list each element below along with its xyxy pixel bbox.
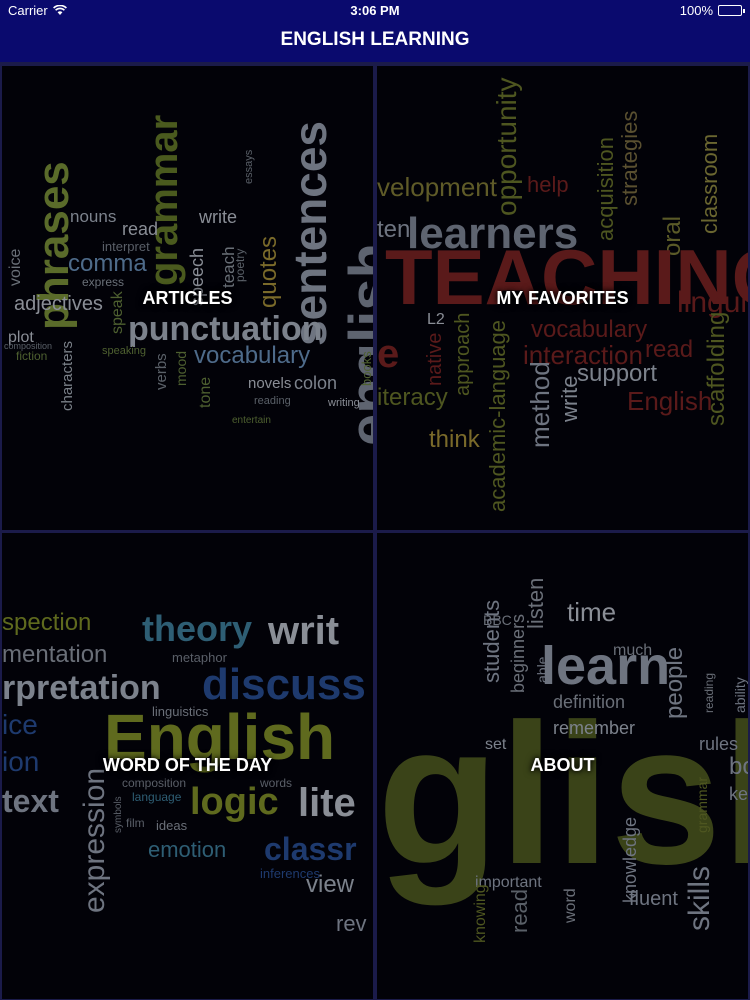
- cloud-word: view: [306, 871, 355, 898]
- cloud-word: english: [338, 242, 373, 446]
- cloud-word: characters: [59, 340, 76, 411]
- cloud-word: poetry: [233, 248, 247, 282]
- cloud-word: native: [424, 332, 446, 386]
- cloud-word: lite: [298, 781, 356, 825]
- cloud-word: logic: [190, 781, 279, 823]
- cloud-word: writing: [328, 397, 360, 409]
- articles-label: ARTICLES: [142, 288, 233, 308]
- cloud-word: think: [429, 426, 480, 453]
- cloud-word: comma: [68, 250, 147, 277]
- cloud-word: support: [577, 360, 658, 387]
- cloud-word: ice: [2, 709, 38, 740]
- about-label: ABOUT: [530, 755, 595, 775]
- cloud-word: ke: [729, 784, 748, 804]
- cloud-word: nouns: [70, 207, 117, 226]
- cloud-word: books: [359, 351, 373, 386]
- cloud-word: English: [627, 386, 713, 416]
- cloud-word: rev: [336, 911, 367, 936]
- cloud-word: e: [377, 332, 400, 376]
- status-time: 3:06 PM: [350, 3, 400, 18]
- cloud-word: verbs: [153, 353, 170, 390]
- cloud-word: word: [562, 888, 579, 923]
- cloud-word: language: [132, 790, 182, 804]
- cloud-word: strategies: [617, 110, 642, 206]
- cloud-word: knowing: [472, 884, 489, 943]
- my-favorites-tile[interactable]: velopment opportunity help acquisition strat…: [377, 66, 748, 530]
- cloud-word: vocabulary: [531, 316, 648, 343]
- cloud-word: punctuation: [128, 310, 323, 348]
- cloud-word: knowledge: [620, 816, 640, 903]
- cloud-word: read: [122, 219, 159, 239]
- menu-grid: phrases grammar sentences english nouns voice…: [0, 62, 750, 1000]
- cloud-word: mood: [173, 350, 189, 386]
- cloud-word: approach: [452, 312, 474, 396]
- cloud-word: classroom: [697, 133, 722, 234]
- cloud-word: colon: [294, 373, 338, 393]
- cloud-word: fiction: [16, 349, 48, 363]
- about-tile[interactable]: BBC listen time students beginners able learn m…: [377, 533, 748, 999]
- cloud-word: acquisition: [593, 137, 618, 241]
- my-favorites-label: MY FAVORITES: [496, 288, 629, 308]
- cloud-word: remember: [553, 718, 636, 738]
- cloud-word: rules: [699, 734, 739, 754]
- cloud-word: iteracy: [377, 384, 448, 411]
- cloud-word: emotion: [148, 837, 227, 862]
- cloud-word: listen: [523, 577, 548, 629]
- battery-percent: 100%: [679, 3, 713, 18]
- cloud-word: entertain: [232, 415, 271, 426]
- cloud-word: essays: [243, 149, 255, 184]
- cloud-word: grammar: [142, 114, 186, 286]
- cloud-word: novels: [248, 375, 292, 392]
- cloud-word: read: [645, 336, 694, 363]
- cloud-word: composition: [4, 341, 53, 351]
- status-right: 100%: [679, 3, 745, 18]
- cloud-word: tone: [197, 376, 214, 408]
- cloud-word: film: [126, 816, 145, 830]
- cloud-word: writ: [268, 609, 340, 653]
- cloud-word: grammar: [694, 776, 710, 833]
- cloud-word: spection: [2, 609, 92, 636]
- cloud-word: help: [527, 172, 569, 197]
- cloud-word: theory: [142, 608, 253, 649]
- cloud-word: vocabulary: [194, 342, 311, 369]
- cloud-word: express: [82, 275, 125, 289]
- word-of-the-day-label: WORD OF THE DAY: [102, 755, 273, 775]
- cloud-word: expression: [78, 767, 111, 913]
- cloud-word: academic-language: [485, 319, 510, 512]
- cloud-word: symbols: [113, 796, 124, 833]
- cloud-word: beginners: [508, 613, 528, 693]
- cloud-word: voice: [7, 248, 24, 286]
- cloud-word: much: [613, 642, 653, 659]
- cloud-word: read: [507, 888, 532, 933]
- word-of-the-day-tile[interactable]: spection theory writ mentation metaphor rpret…: [2, 533, 373, 999]
- cloud-word: velopment: [377, 172, 497, 202]
- cloud-word: method: [525, 361, 555, 448]
- cloud-word: composition: [122, 776, 187, 790]
- cloud-word: students: [479, 599, 504, 683]
- cloud-word: set: [485, 736, 507, 753]
- cloud-word: ideas: [156, 818, 188, 833]
- status-bar: Carrier 3:06 PM 100%: [0, 0, 750, 22]
- cloud-word: speaking: [102, 345, 147, 357]
- cloud-word: skills: [683, 866, 716, 931]
- navigation-bar: ENGLISH LEARNING: [0, 22, 750, 62]
- cloud-word: mentation: [2, 641, 108, 668]
- cloud-word: write: [199, 207, 238, 227]
- cloud-word: reading: [702, 672, 716, 713]
- articles-tile[interactable]: phrases grammar sentences english nouns voice…: [2, 66, 373, 530]
- cloud-word: L2: [427, 311, 445, 328]
- cloud-word: time: [567, 597, 617, 627]
- cloud-word: opportunity: [491, 77, 522, 216]
- cloud-word: rpretation: [2, 669, 161, 707]
- cloud-word: text: [2, 783, 59, 819]
- cloud-word: classr: [264, 831, 357, 867]
- cloud-word: reading: [254, 395, 291, 407]
- battery-icon: [718, 5, 745, 16]
- page-title: ENGLISH LEARNING: [280, 29, 470, 50]
